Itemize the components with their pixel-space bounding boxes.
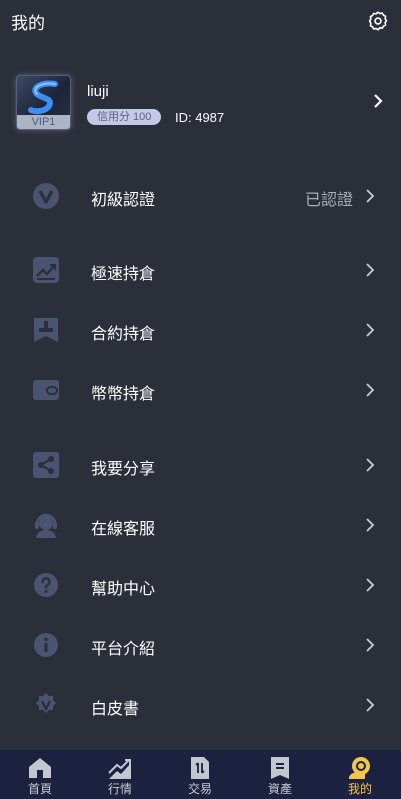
menu-item-label: 平台介紹 bbox=[91, 641, 156, 658]
menu-item-label: 在線客服 bbox=[91, 521, 156, 538]
tab-profile[interactable]: 我的 bbox=[320, 750, 400, 799]
avatar: VIP1 bbox=[16, 75, 71, 130]
bottom-tab-bar: 首頁 行情 交易 資產 我的 bbox=[0, 750, 401, 799]
share-icon bbox=[33, 452, 59, 478]
menu-item-label: 白皮書 bbox=[91, 701, 140, 718]
chevron-right-icon bbox=[366, 518, 375, 532]
top-header: 我的 bbox=[0, 0, 401, 42]
menu-item-platform-intro[interactable]: 平台介紹 bbox=[0, 623, 401, 667]
trade-icon bbox=[191, 757, 209, 779]
menu-item-fast-positions[interactable]: 極速持倉 bbox=[0, 248, 401, 292]
menu-item-help-center[interactable]: 幫助中心 bbox=[0, 563, 401, 607]
tab-label: 我的 bbox=[347, 782, 372, 796]
chevron-right-icon bbox=[374, 94, 383, 108]
headset-icon bbox=[35, 513, 57, 538]
profile-card[interactable]: VIP1 liuji 信用分 100 ID: 4987 bbox=[0, 70, 401, 136]
market-icon bbox=[108, 759, 131, 779]
menu-item-contract-positions[interactable]: 合約持倉 bbox=[0, 308, 401, 352]
menu-item-label: 我要分享 bbox=[91, 461, 156, 478]
username: liuji bbox=[87, 83, 109, 100]
credit-score-badge: 信用分 100 bbox=[87, 109, 162, 125]
chevron-right-icon bbox=[366, 458, 375, 472]
logo-s-icon bbox=[28, 80, 58, 115]
verified-v-icon bbox=[33, 183, 59, 209]
menu-item-share[interactable]: 我要分享 bbox=[0, 443, 401, 487]
verification-status: 已認證 bbox=[304, 192, 353, 209]
chevron-right-icon bbox=[366, 263, 375, 277]
tab-trade[interactable]: 交易 bbox=[160, 750, 240, 799]
chevron-right-icon bbox=[366, 189, 375, 203]
user-id: ID: 4987 bbox=[175, 110, 225, 125]
menu-item-verification[interactable]: 初級認證 已認證 bbox=[0, 174, 401, 218]
tab-label: 交易 bbox=[187, 782, 212, 796]
tab-assets[interactable]: 資產 bbox=[240, 750, 320, 799]
menu-item-label: 幫助中心 bbox=[91, 581, 156, 598]
chevron-right-icon bbox=[366, 698, 375, 712]
chevron-right-icon bbox=[366, 383, 375, 397]
whitepaper-badge-icon bbox=[36, 693, 56, 713]
menu-item-spot-positions[interactable]: 幣幣持倉 bbox=[0, 368, 401, 412]
tab-market[interactable]: 行情 bbox=[80, 750, 160, 799]
assets-icon bbox=[271, 757, 289, 779]
tab-label: 行情 bbox=[107, 782, 132, 796]
chevron-right-icon bbox=[366, 638, 375, 652]
stamp-icon bbox=[34, 318, 58, 342]
trend-chart-icon bbox=[33, 257, 59, 283]
menu-item-whitepaper[interactable]: 白皮書 bbox=[0, 683, 401, 727]
menu-item-label: 幣幣持倉 bbox=[91, 386, 156, 403]
tab-label: 資產 bbox=[267, 782, 292, 796]
wallet-icon bbox=[33, 380, 59, 400]
menu-item-online-support[interactable]: 在線客服 bbox=[0, 503, 401, 547]
profile-coin-icon bbox=[349, 757, 370, 779]
vip-badge: VIP1 bbox=[17, 115, 70, 129]
menu-item-label: 極速持倉 bbox=[91, 266, 156, 283]
chevron-right-icon bbox=[366, 323, 375, 337]
page-title: 我的 bbox=[11, 14, 45, 33]
home-icon bbox=[29, 758, 51, 778]
tab-home[interactable]: 首頁 bbox=[0, 750, 80, 799]
tab-label: 首頁 bbox=[27, 782, 52, 796]
menu-item-label: 初級認證 bbox=[91, 192, 156, 209]
menu-item-label: 合約持倉 bbox=[91, 326, 156, 343]
chevron-right-icon bbox=[366, 578, 375, 592]
gear-icon[interactable] bbox=[367, 10, 389, 32]
info-icon bbox=[34, 633, 58, 657]
help-icon bbox=[34, 573, 58, 597]
